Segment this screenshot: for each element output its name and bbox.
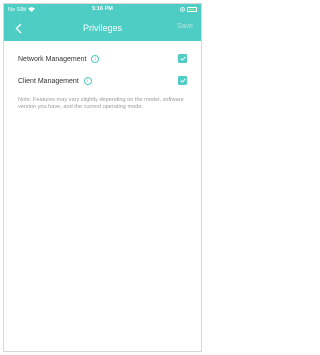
clock: 5:16 PM <box>92 6 113 12</box>
privilege-label: Network Management <box>18 55 87 63</box>
status-bar: No SIM 5:16 PM <box>4 4 201 15</box>
privilege-row-client-management[interactable]: Client Management i <box>18 72 187 90</box>
nav-bar: Privileges Save <box>4 15 201 41</box>
privilege-row-network-management[interactable]: Network Management i <box>18 50 187 68</box>
back-button[interactable] <box>12 20 24 36</box>
top-bar: No SIM 5:16 PM Privileges Save <box>4 4 201 41</box>
battery-icon <box>187 7 197 12</box>
save-button[interactable]: Save <box>177 23 193 30</box>
checkmark-icon <box>179 78 186 83</box>
network-management-checkbox[interactable] <box>178 54 187 63</box>
info-icon[interactable]: i <box>83 77 92 85</box>
app-screen: No SIM 5:16 PM Privileges Save Network M… <box>3 3 202 352</box>
privileges-list: Network Management i Client Management i… <box>4 50 201 111</box>
info-icon[interactable]: i <box>91 55 100 63</box>
privilege-label: Client Management <box>18 77 79 85</box>
chevron-left-icon <box>15 23 21 33</box>
page-title: Privileges <box>82 23 122 33</box>
features-note: Note: Features may vary slightly dependi… <box>18 97 184 110</box>
client-management-checkbox[interactable] <box>178 76 187 85</box>
checkmark-icon <box>179 56 186 61</box>
